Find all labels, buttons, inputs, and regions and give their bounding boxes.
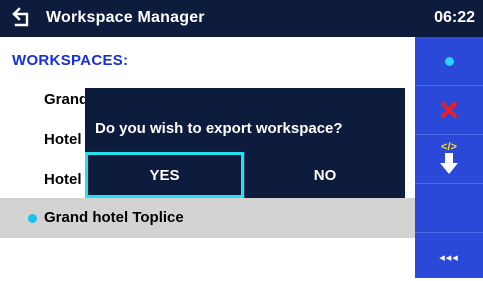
side-toolbar: </> ◂◂◂ (415, 37, 483, 278)
back-menu-icon: ◂◂◂ (439, 251, 459, 264)
section-title: WORKSPACES: (12, 52, 129, 69)
header-bar: Workspace Manager 06:22 (0, 0, 483, 37)
back-menu-button[interactable]: ◂◂◂ (415, 233, 483, 281)
page-title: Workspace Manager (46, 9, 205, 26)
active-workspace-dot-icon (28, 214, 37, 223)
export-icon: </> (440, 141, 458, 174)
empty-slot (415, 184, 483, 233)
export-button[interactable]: </> (415, 135, 483, 184)
back-arrow-icon[interactable] (10, 6, 32, 28)
no-button[interactable]: NO (244, 152, 405, 198)
yes-button[interactable]: YES (85, 152, 244, 198)
select-button[interactable] (415, 37, 483, 86)
export-confirm-dialog: Do you wish to export workspace? YES NO (85, 88, 405, 198)
workspace-row-4-selected[interactable]: Grand hotel Toplice (0, 198, 415, 238)
delete-icon (441, 102, 457, 118)
clock: 06:22 (434, 9, 475, 26)
select-dot-icon (444, 56, 454, 66)
delete-button[interactable] (415, 86, 483, 135)
workspace-label: Grand hotel Toplice (44, 209, 184, 226)
dialog-question: Do you wish to export workspace? (95, 120, 343, 137)
svg-text:</>: </> (441, 141, 457, 153)
